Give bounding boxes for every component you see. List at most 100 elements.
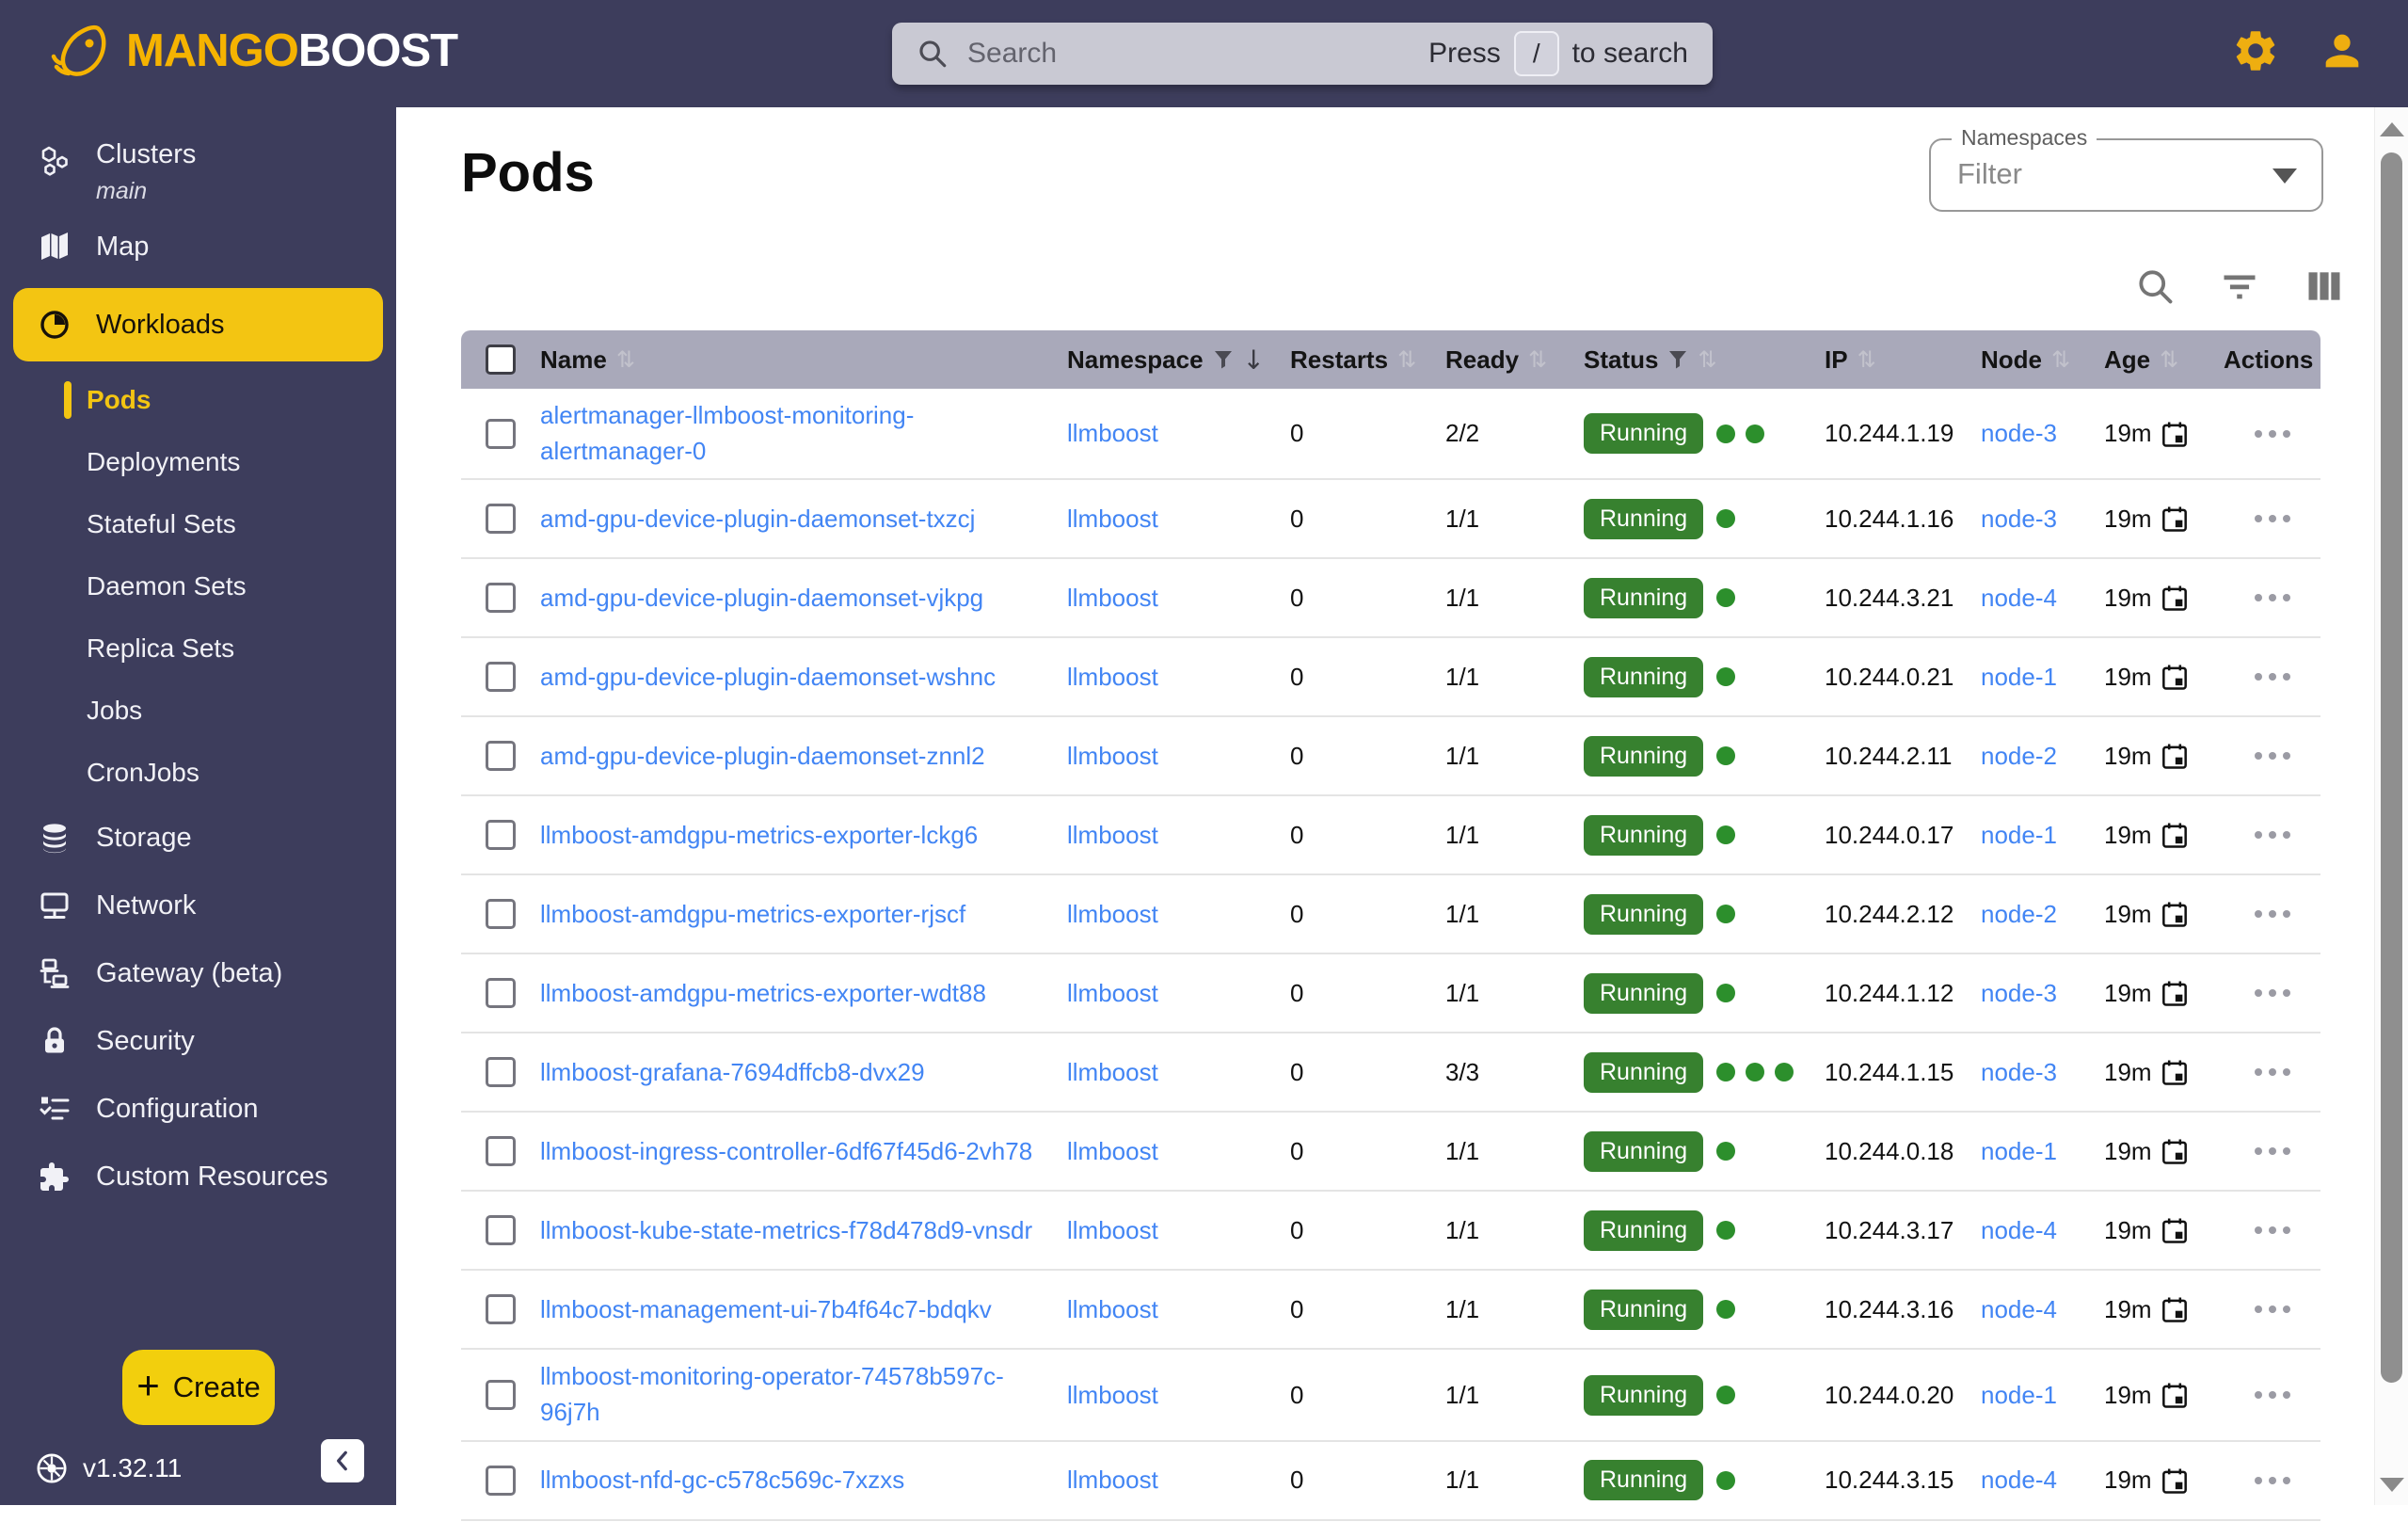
row-checkbox[interactable]: [486, 1380, 516, 1411]
sort-icon[interactable]: ⇅: [1698, 346, 1716, 373]
pod-node-link[interactable]: node-3: [1981, 979, 2057, 1007]
pod-name-link[interactable]: amd-gpu-device-plugin-daemonset-vjkpg: [540, 584, 983, 612]
pod-name-link[interactable]: llmboost-kube-state-metrics-f78d478d9-vn…: [540, 1216, 1032, 1244]
user-profile-icon[interactable]: [2318, 26, 2367, 75]
pod-node-link[interactable]: node-2: [1981, 900, 2057, 928]
column-header-ip[interactable]: IP ⇅: [1825, 345, 1981, 375]
status-badge[interactable]: Running: [1584, 1374, 1704, 1416]
column-header-status[interactable]: Status ⇅: [1584, 345, 1825, 375]
table-columns-icon[interactable]: [2304, 265, 2345, 307]
row-checkbox[interactable]: [486, 583, 516, 614]
column-header-node[interactable]: Node ⇅: [1981, 345, 2104, 375]
column-header-age[interactable]: Age ⇅: [2104, 345, 2224, 375]
row-actions-menu[interactable]: [2224, 429, 2320, 438]
sort-icon[interactable]: ⇅: [2160, 346, 2178, 373]
pod-namespace-link[interactable]: llmboost: [1067, 1295, 1158, 1323]
row-checkbox[interactable]: [486, 418, 516, 449]
sidebar-item-map[interactable]: Map: [0, 213, 396, 280]
pod-node-link[interactable]: node-3: [1981, 419, 2057, 447]
pod-namespace-link[interactable]: llmboost: [1067, 419, 1158, 447]
brand-logo[interactable]: MANGOBOOST: [51, 21, 458, 81]
sort-desc-icon[interactable]: ↓: [1243, 344, 1265, 376]
status-badge[interactable]: Running: [1584, 1289, 1704, 1330]
sidebar-item-daemon-sets[interactable]: Daemon Sets: [0, 555, 396, 617]
sidebar-item-clusters[interactable]: Clusters main: [0, 134, 396, 213]
pod-node-link[interactable]: node-1: [1981, 821, 2057, 849]
row-checkbox[interactable]: [486, 741, 516, 772]
row-checkbox[interactable]: [486, 1136, 516, 1167]
status-badge[interactable]: Running: [1584, 893, 1704, 935]
column-header-namespace[interactable]: Namespace ↓: [1067, 344, 1290, 376]
pod-name-link[interactable]: llmboost-monitoring-operator-74578b597c-…: [540, 1362, 1004, 1426]
pod-name-link[interactable]: llmboost-management-ui-7b4f64c7-bdqkv: [540, 1295, 992, 1323]
sidebar-item-cronjobs[interactable]: CronJobs: [0, 742, 396, 804]
scrollbar-thumb[interactable]: [2381, 152, 2402, 1383]
sort-icon[interactable]: ⇅: [2051, 346, 2070, 373]
sidebar-item-security[interactable]: Security: [0, 1007, 396, 1075]
pod-node-link[interactable]: node-1: [1981, 663, 2057, 691]
sidebar-item-stateful-sets[interactable]: Stateful Sets: [0, 493, 396, 555]
sort-icon[interactable]: ⇅: [1397, 346, 1416, 373]
sidebar-item-jobs[interactable]: Jobs: [0, 680, 396, 742]
pod-node-link[interactable]: node-1: [1981, 1381, 2057, 1409]
pod-node-link[interactable]: node-4: [1981, 584, 2057, 612]
create-button[interactable]: + Create: [122, 1350, 275, 1425]
sidebar-item-deployments[interactable]: Deployments: [0, 431, 396, 493]
pod-namespace-link[interactable]: llmboost: [1067, 1381, 1158, 1409]
column-header-restarts[interactable]: Restarts ⇅: [1290, 345, 1445, 375]
settings-gear-icon[interactable]: [2231, 26, 2280, 75]
sidebar-item-workloads[interactable]: Workloads: [13, 288, 383, 361]
pod-node-link[interactable]: node-3: [1981, 1058, 2057, 1086]
global-search-input[interactable]: Search Press / to search: [892, 23, 1713, 85]
row-checkbox[interactable]: [486, 1215, 516, 1246]
pod-name-link[interactable]: llmboost-amdgpu-metrics-exporter-rjscf: [540, 900, 965, 928]
status-badge[interactable]: Running: [1584, 972, 1704, 1014]
row-actions-menu[interactable]: [2224, 1068, 2320, 1077]
row-actions-menu[interactable]: [2224, 1306, 2320, 1314]
pod-node-link[interactable]: node-4: [1981, 1466, 2057, 1494]
row-actions-menu[interactable]: [2224, 1391, 2320, 1400]
pod-namespace-link[interactable]: llmboost: [1067, 742, 1158, 770]
pod-node-link[interactable]: node-1: [1981, 1137, 2057, 1165]
pod-name-link[interactable]: llmboost-nfd-gc-c578c569c-7xzxs: [540, 1466, 904, 1494]
sort-icon[interactable]: ⇅: [1528, 346, 1547, 373]
select-all-checkbox[interactable]: [486, 344, 516, 375]
table-filter-icon[interactable]: [2219, 265, 2260, 307]
status-badge[interactable]: Running: [1584, 1210, 1704, 1251]
scroll-down-arrow-icon[interactable]: [2380, 1478, 2404, 1492]
pod-namespace-link[interactable]: llmboost: [1067, 1058, 1158, 1086]
row-actions-menu[interactable]: [2224, 831, 2320, 840]
pod-node-link[interactable]: node-3: [1981, 505, 2057, 533]
sidebar-item-storage[interactable]: Storage: [0, 804, 396, 872]
row-checkbox[interactable]: [486, 899, 516, 930]
row-checkbox[interactable]: [486, 1465, 516, 1496]
status-badge[interactable]: Running: [1584, 814, 1704, 856]
column-header-name[interactable]: Name ⇅: [540, 345, 1067, 375]
status-badge[interactable]: Running: [1584, 498, 1704, 539]
pod-namespace-link[interactable]: llmboost: [1067, 1466, 1158, 1494]
row-actions-menu[interactable]: [2224, 752, 2320, 761]
filter-funnel-icon[interactable]: [1667, 349, 1688, 370]
sidebar-item-configuration[interactable]: Configuration: [0, 1075, 396, 1143]
pod-namespace-link[interactable]: llmboost: [1067, 1137, 1158, 1165]
status-badge[interactable]: Running: [1584, 577, 1704, 618]
namespace-filter-select[interactable]: Namespaces Filter: [1929, 125, 2323, 212]
row-actions-menu[interactable]: [2224, 594, 2320, 602]
vertical-scrollbar[interactable]: [2374, 107, 2408, 1505]
row-actions-menu[interactable]: [2224, 989, 2320, 998]
status-badge[interactable]: Running: [1584, 1051, 1704, 1093]
pod-name-link[interactable]: amd-gpu-device-plugin-daemonset-txzcj: [540, 505, 975, 533]
pod-namespace-link[interactable]: llmboost: [1067, 900, 1158, 928]
column-header-ready[interactable]: Ready ⇅: [1445, 345, 1584, 375]
row-checkbox[interactable]: [486, 1294, 516, 1325]
sidebar-item-gateway[interactable]: Gateway (beta): [0, 939, 396, 1007]
pod-namespace-link[interactable]: llmboost: [1067, 584, 1158, 612]
sort-icon[interactable]: ⇅: [616, 346, 635, 373]
pod-namespace-link[interactable]: llmboost: [1067, 1216, 1158, 1244]
row-checkbox[interactable]: [486, 1057, 516, 1088]
row-actions-menu[interactable]: [2224, 673, 2320, 681]
status-badge[interactable]: Running: [1584, 1130, 1704, 1172]
sidebar-item-replica-sets[interactable]: Replica Sets: [0, 617, 396, 680]
pod-name-link[interactable]: amd-gpu-device-plugin-daemonset-wshnc: [540, 663, 996, 691]
status-badge[interactable]: Running: [1584, 413, 1704, 455]
